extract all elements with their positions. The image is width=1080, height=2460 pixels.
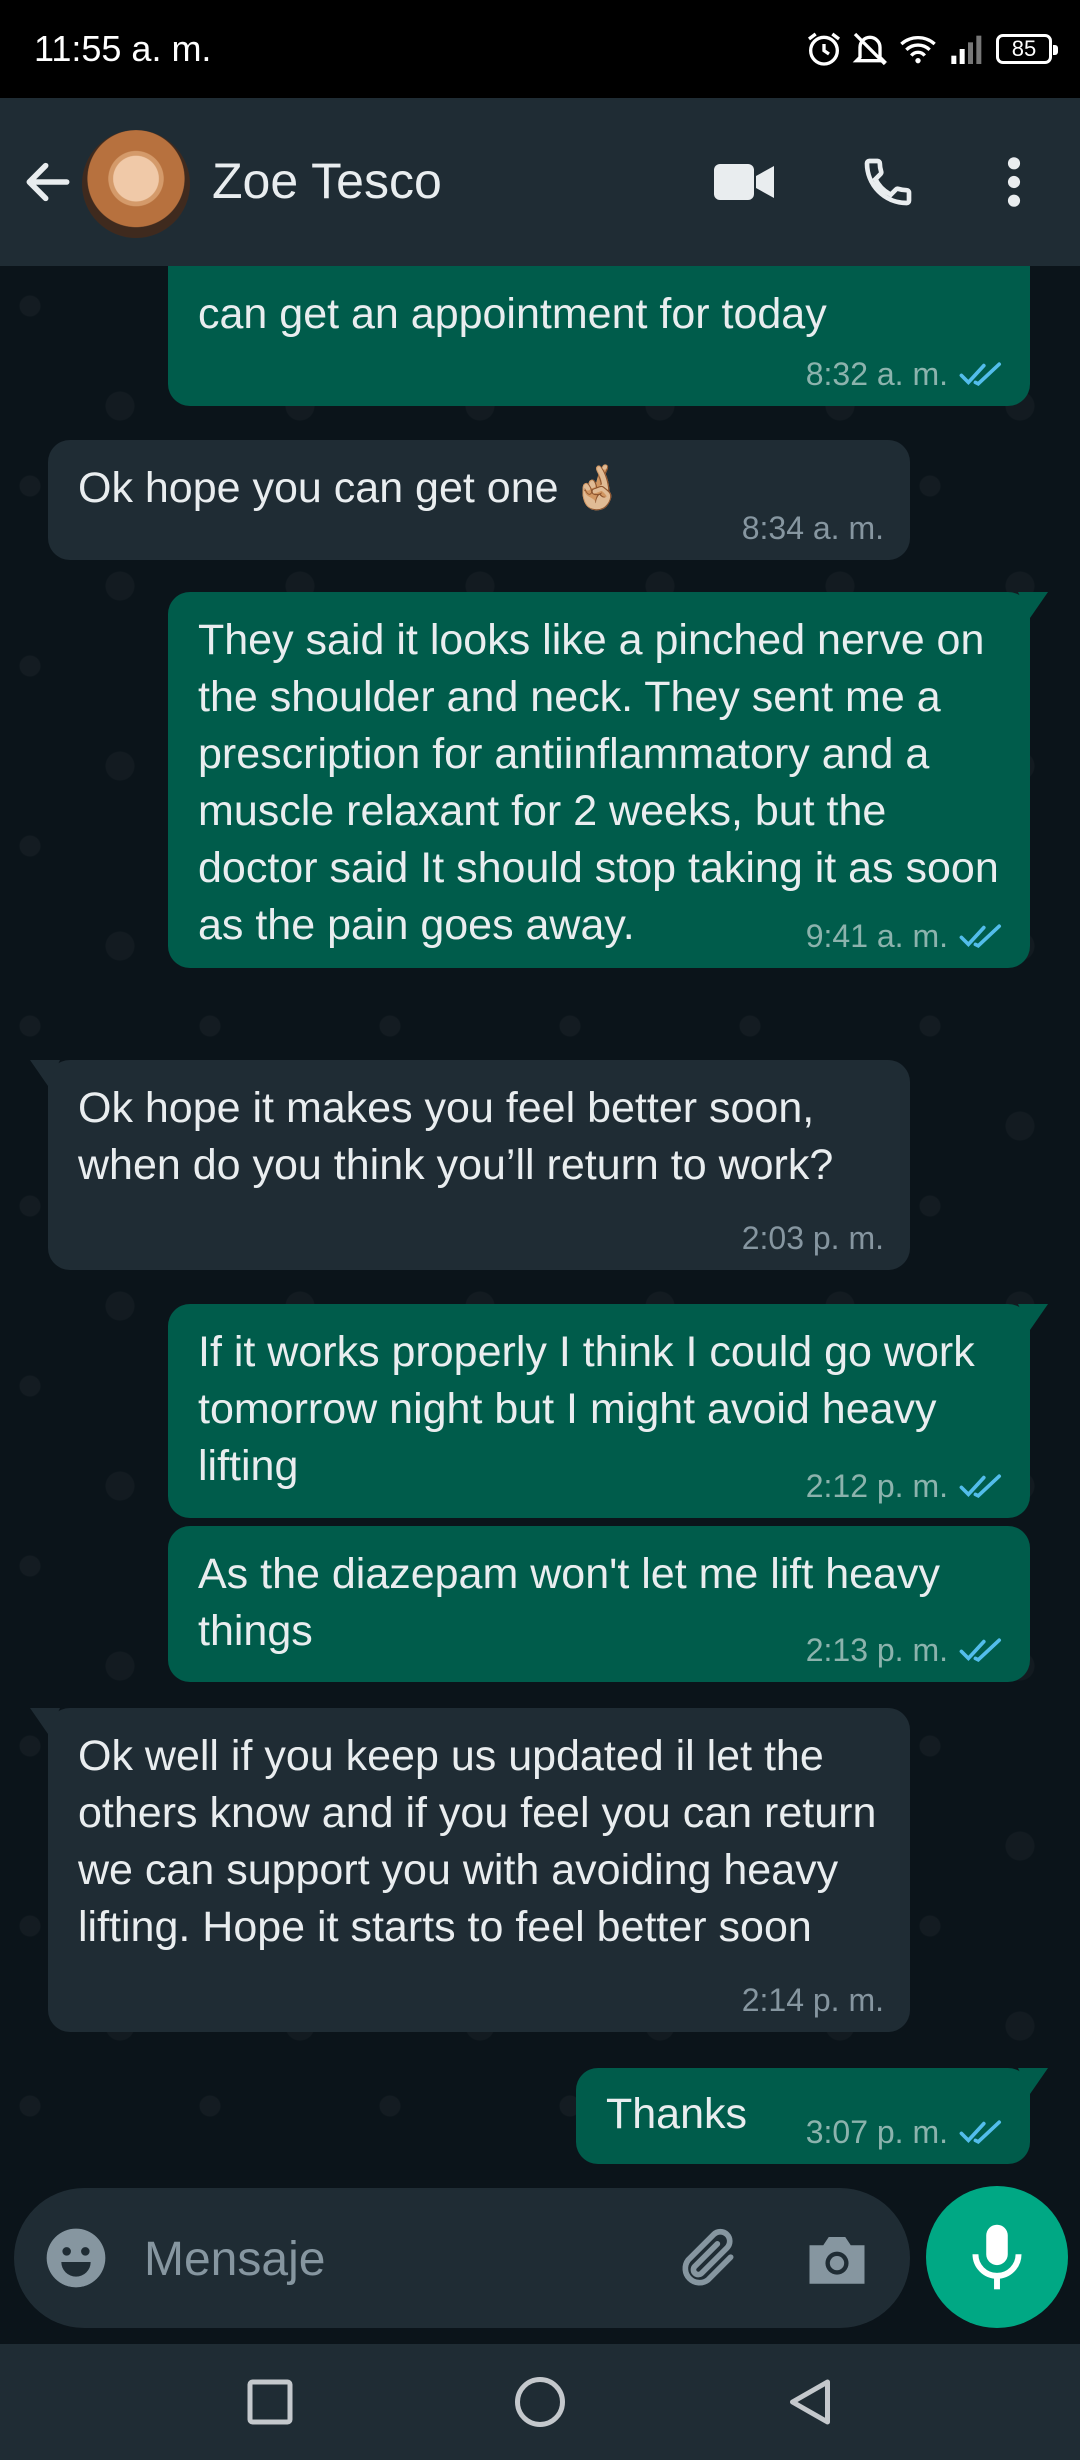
double-check-icon [959, 1474, 1002, 1498]
message-composer: Mensaje [14, 2188, 910, 2328]
message-meta: 3:07 p. m. [806, 2114, 1004, 2150]
double-check-icon [959, 362, 1002, 386]
message-meta: 2:14 p. m. [742, 1982, 884, 2018]
back-triangle-icon[interactable] [780, 2372, 840, 2432]
microphone-icon [972, 2224, 1022, 2290]
recents-square-icon[interactable] [240, 2372, 300, 2432]
message-text: can get an appointment for today [198, 290, 827, 338]
message-time: 2:03 p. m. [741, 1220, 884, 1256]
message-text: Ok well if you keep us updated il let th… [78, 1732, 877, 1951]
bubble-tail [1018, 592, 1048, 618]
message-text: They said it looks like a pinched nerve … [198, 616, 999, 949]
wifi-icon [900, 36, 936, 64]
bubble-tail [30, 1060, 60, 1086]
message-incoming[interactable]: Ok hope it makes you feel better soon, w… [30, 1060, 910, 1270]
paperclip-icon[interactable] [674, 2226, 742, 2294]
arrow-left-icon[interactable] [20, 154, 76, 210]
double-check-icon [959, 924, 1002, 948]
message-input[interactable]: Mensaje [144, 2232, 325, 2287]
bubble-tail [30, 1708, 60, 1734]
camera-icon[interactable] [804, 2228, 870, 2290]
message-list[interactable]: can get an appointment for today 8:32 a.… [0, 266, 1080, 2166]
message-time: 2:13 p. m. [805, 1632, 948, 1668]
more-options-button[interactable] [976, 144, 1052, 220]
message-text: Thanks [606, 2090, 748, 2138]
voice-call-button[interactable] [850, 144, 926, 220]
battery-indicator: 85 [996, 34, 1058, 64]
double-check-icon [959, 2120, 1002, 2144]
signal-icon [951, 35, 982, 64]
message-meta: 2:13 p. m. [806, 1632, 1004, 1668]
message-meta: 2:03 p. m. [742, 1220, 884, 1256]
message-meta: 2:12 p. m. [806, 1468, 1004, 1504]
message-time: 2:14 p. m. [741, 1982, 884, 2018]
contact-name[interactable]: Zoe Tesco [212, 152, 442, 210]
battery-level: 85 [1011, 36, 1037, 61]
double-check-icon [959, 1638, 1002, 1662]
bubble-tail [1018, 1304, 1048, 1330]
chat-header: Zoe Tesco [0, 98, 1080, 266]
status-icons: 85 [804, 26, 1058, 72]
bubble-tail [1018, 2068, 1048, 2094]
message-text: Ok hope you can get one 🤞🏼 [78, 464, 625, 512]
message-time: 9:41 a. m. [805, 918, 948, 954]
message-time: 2:12 p. m. [805, 1468, 948, 1504]
message-time: 8:32 a. m. [805, 356, 948, 392]
system-nav-bar [0, 2344, 1080, 2460]
video-camera-icon [714, 164, 774, 200]
mute-bell-icon [852, 32, 888, 66]
message-meta: 8:34 a. m. [742, 510, 884, 546]
status-time: 11:55 a. m. [34, 28, 212, 69]
avatar[interactable] [82, 130, 190, 238]
more-vert-icon [1007, 157, 1021, 207]
message-meta: 8:32 a. m. [806, 356, 1004, 392]
phone-icon [864, 158, 912, 206]
message-outgoing[interactable]: If it works properly I think I could go … [168, 1304, 1048, 1518]
message-time: 8:34 a. m. [741, 510, 884, 546]
alarm-icon [808, 32, 840, 66]
message-text: If it works properly I think I could go … [198, 1328, 975, 1490]
message-meta: 9:41 a. m. [806, 918, 1004, 954]
message-incoming[interactable]: Ok well if you keep us updated il let th… [30, 1708, 910, 2032]
emoji-icon[interactable] [44, 2226, 108, 2290]
message-outgoing[interactable]: Thanks 3:07 p. m. [576, 2068, 1048, 2164]
message-outgoing[interactable]: They said it looks like a pinched nerve … [168, 592, 1048, 968]
message-time: 3:07 p. m. [805, 2114, 948, 2150]
voice-message-button[interactable] [926, 2186, 1068, 2328]
message-outgoing[interactable]: As the diazepam won't let me lift heavy … [168, 1526, 1030, 1682]
status-bar: 11:55 a. m. 85 [0, 0, 1080, 98]
message-incoming[interactable]: Ok hope you can get one 🤞🏼 8:34 a. m. [48, 440, 910, 560]
message-outgoing[interactable]: can get an appointment for today 8:32 a.… [168, 266, 1030, 406]
home-circle-icon[interactable] [510, 2372, 570, 2432]
message-text: Ok hope it makes you feel better soon, w… [78, 1084, 834, 1189]
video-call-button[interactable] [706, 144, 782, 220]
